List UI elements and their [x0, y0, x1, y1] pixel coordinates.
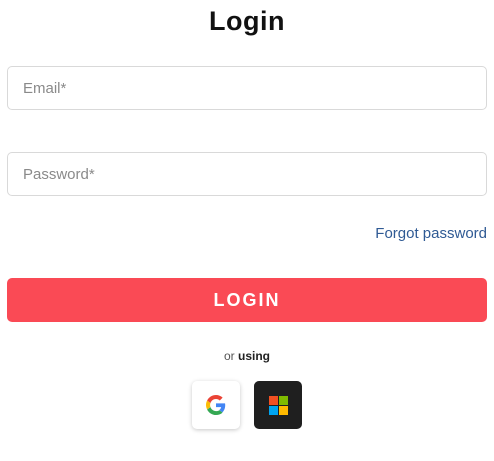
microsoft-login-button[interactable] — [254, 381, 302, 429]
login-page: Login Forgot password LOGIN or using — [0, 0, 494, 461]
ms-yellow-square — [278, 405, 288, 415]
page-title: Login — [209, 6, 285, 36]
ms-blue-square — [268, 405, 278, 415]
ms-red-square — [268, 395, 278, 405]
ms-green-square — [278, 395, 288, 405]
alt-login-prefix: or — [223, 349, 235, 363]
microsoft-icon — [268, 395, 288, 415]
email-field[interactable] — [7, 66, 487, 110]
google-login-button[interactable] — [192, 381, 240, 429]
login-button[interactable]: LOGIN — [7, 278, 487, 322]
forgot-password-link[interactable]: Forgot password — [375, 225, 487, 242]
alt-login-caption: or using — [0, 349, 494, 363]
google-icon — [206, 395, 226, 415]
alt-login-emphasis: using — [238, 349, 270, 363]
password-field[interactable] — [7, 152, 487, 196]
